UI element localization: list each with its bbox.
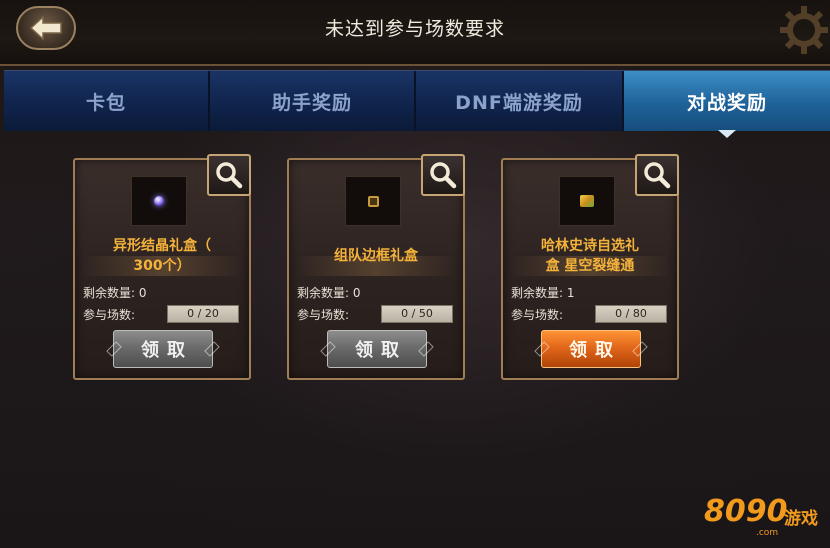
matches-label: 参与场数: [511,308,564,322]
matches-progress: 0 / 80 [595,305,667,323]
claim-button[interactable]: 领取 [534,330,648,368]
watermark-text: 游戏 [784,509,818,529]
item-name-line: 300个） [133,258,191,274]
game-screen: 未达到参与场数要求 卡包 助手奖励 DNF端游奖励 对战奖励 异形结晶礼盒（ 3… [0,0,830,548]
remaining-value: 0 [352,286,361,300]
tab-card-pack[interactable]: 卡包 [4,71,210,131]
remaining-label: 剩余数量: [297,286,350,300]
item-name: 组队边框礼盒 [297,246,455,266]
button-ornament [534,341,550,357]
site-watermark: 8090 游戏 .com [704,490,824,542]
remaining-label: 剩余数量: [511,286,564,300]
tab-label: DNF端游奖励 [455,91,583,114]
item-name: 异形结晶礼盒（ 300个） [83,236,241,276]
item-icon-slot[interactable] [131,176,187,226]
magnifier-icon [430,162,457,189]
matches-label: 参与场数: [297,308,350,322]
remaining-label: 剩余数量: [83,286,136,300]
matches-row: 参与场数: [297,306,349,323]
item-icon-slot[interactable] [559,176,615,226]
tab-label: 助手奖励 [271,91,352,114]
button-ornament [418,341,434,357]
item-name: 哈林史诗自选礼 盒 星空裂缝通 [511,236,669,276]
reward-card: 组队边框礼盒 剩余数量: 0 参与场数: 0 / 50 领取 [287,154,465,380]
gear-icon [780,6,828,54]
button-ornament [204,341,220,357]
matches-row: 参与场数: [83,306,135,323]
claim-label: 领取 [355,340,407,361]
claim-label: 领取 [141,340,193,361]
gem-icon [154,196,164,206]
item-name-line: 哈林史诗自选礼 [541,238,639,254]
chest-icon [580,195,594,207]
claim-button[interactable]: 领取 [320,330,434,368]
reward-card: 异形结晶礼盒（ 300个） 剩余数量: 0 参与场数: 0 / 20 领取 [73,154,251,380]
page-title: 未达到参与场数要求 [324,18,505,40]
tab-assistant-rewards[interactable]: 助手奖励 [210,71,416,131]
matches-progress: 0 / 50 [381,305,453,323]
remaining-row: 剩余数量: 1 [511,284,575,301]
header-bar: 未达到参与场数要求 [0,0,830,66]
claim-button[interactable]: 领取 [106,330,220,368]
remaining-value: 0 [138,286,147,300]
item-icon-slot[interactable] [345,176,401,226]
magnifier-icon [216,162,243,189]
magnifier-icon [644,162,671,189]
claim-label: 领取 [569,340,621,361]
item-name-line: 盒 星空裂缝通 [545,258,635,274]
active-tab-indicator [718,130,736,138]
inspect-button[interactable] [635,154,679,196]
button-ornament [320,341,336,357]
inspect-button[interactable] [207,154,251,196]
tab-bar: 卡包 助手奖励 DNF端游奖励 对战奖励 [4,70,830,138]
frame-icon [367,195,379,207]
remaining-value: 1 [566,286,575,300]
watermark-domain: .com [756,528,779,538]
item-name-line: 组队边框礼盒 [334,248,418,264]
matches-progress: 0 / 20 [167,305,239,323]
tab-label: 对战奖励 [686,91,767,114]
matches-label: 参与场数: [83,308,136,322]
inspect-button[interactable] [421,154,465,196]
remaining-row: 剩余数量: 0 [83,284,147,301]
tab-label: 卡包 [85,91,126,114]
item-name-line: 异形结晶礼盒（ [113,238,211,254]
matches-row: 参与场数: [511,306,563,323]
tab-battle-rewards[interactable]: 对战奖励 [624,71,830,138]
watermark-number: 8090 [704,494,788,529]
remaining-row: 剩余数量: 0 [297,284,361,301]
tab-dnf-pc-rewards[interactable]: DNF端游奖励 [416,71,624,131]
reward-card: 哈林史诗自选礼 盒 星空裂缝通 剩余数量: 1 参与场数: 0 / 80 领取 [501,154,679,380]
button-ornament [632,341,648,357]
button-ornament [106,341,122,357]
